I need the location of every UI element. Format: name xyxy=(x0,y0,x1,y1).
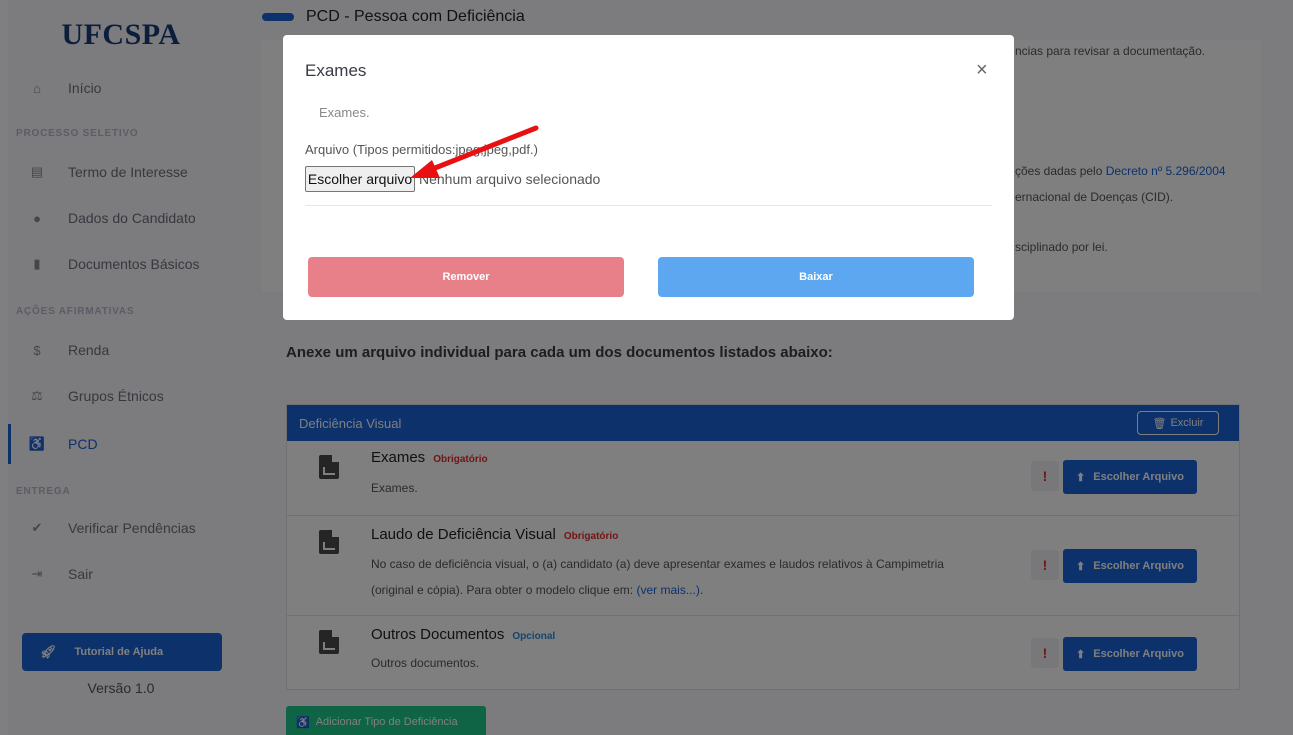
annotation-arrow-icon xyxy=(410,125,539,178)
